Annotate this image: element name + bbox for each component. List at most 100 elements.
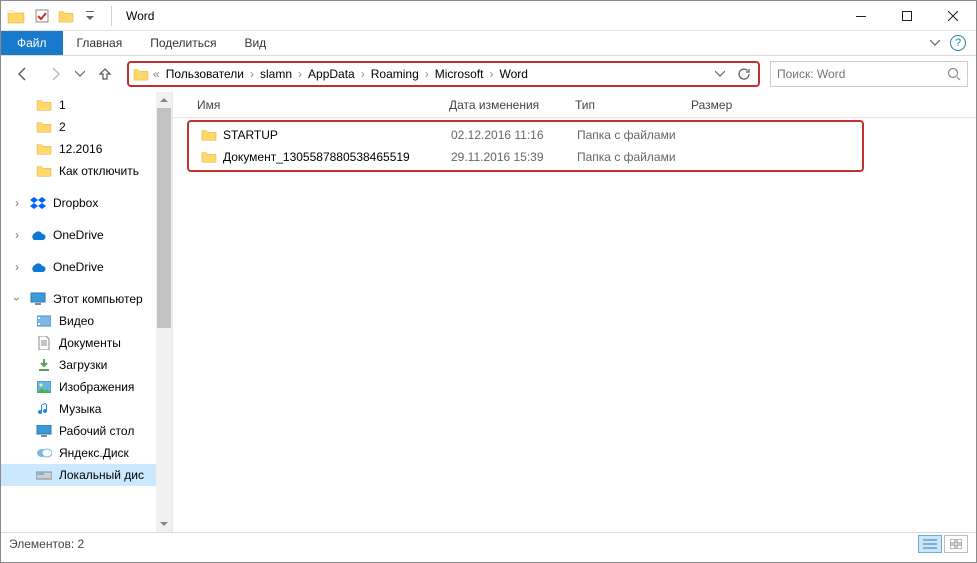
crumb-users[interactable]: Пользователи: [162, 67, 248, 81]
chevron-down-icon[interactable]: ›: [10, 293, 24, 305]
separator: [111, 6, 112, 26]
tree-onedrive[interactable]: ›OneDrive: [1, 256, 172, 278]
tree-dropbox[interactable]: › Dropbox: [1, 192, 172, 214]
drive-icon: [35, 467, 53, 483]
search-icon[interactable]: [947, 67, 961, 81]
tree-label: Изображения: [59, 380, 134, 394]
nav-pane: 1 2 12.2016 Как отключить › Dropbox › OneD…: [1, 92, 173, 532]
folder-icon: [131, 67, 151, 81]
qat-dropdown-icon[interactable]: [79, 5, 101, 27]
tree-label: OneDrive: [53, 228, 104, 242]
tree-item-pictures[interactable]: Изображения: [1, 376, 172, 398]
tab-view[interactable]: Вид: [230, 31, 280, 55]
tree-item-localdisk[interactable]: Локальный дис: [1, 464, 172, 486]
checkbox-icon[interactable]: [31, 5, 53, 27]
tree-item[interactable]: 2: [1, 116, 172, 138]
col-name[interactable]: Имя: [197, 98, 449, 112]
tree-label: 2: [59, 120, 66, 134]
forward-button[interactable]: [41, 62, 69, 86]
window-title: Word: [122, 9, 154, 23]
crumb-slamn[interactable]: slamn: [256, 67, 296, 81]
file-name: Документ_1305587880538465519: [219, 150, 451, 164]
tree-item-video[interactable]: Видео: [1, 310, 172, 332]
tree-label: Видео: [59, 314, 94, 328]
tree-item-yandex[interactable]: Яндекс.Диск: [1, 442, 172, 464]
crumb-word[interactable]: Word: [495, 67, 531, 81]
tree-thispc[interactable]: › Этот компьютер: [1, 288, 172, 310]
back-button[interactable]: [9, 62, 37, 86]
titlebar: Word: [1, 1, 976, 31]
main-area: 1 2 12.2016 Как отключить › Dropbox › OneD…: [1, 92, 976, 532]
refresh-icon[interactable]: [732, 63, 756, 85]
history-dropdown-icon[interactable]: [708, 63, 732, 85]
column-headers: Имя Дата изменения Тип Размер: [173, 92, 976, 118]
search-input[interactable]: [777, 67, 947, 81]
tree-item-music[interactable]: Музыка: [1, 398, 172, 420]
folder-icon: [35, 97, 53, 113]
scrollbar[interactable]: [156, 92, 172, 532]
navbar: « Пользователи › slamn › AppData › Roami…: [1, 56, 976, 92]
tree-onedrive[interactable]: › OneDrive: [1, 224, 172, 246]
chevron-right-icon: ›: [423, 67, 431, 81]
file-list-pane: Имя Дата изменения Тип Размер STARTUP 02…: [173, 92, 976, 532]
folder-small-icon[interactable]: [55, 5, 77, 27]
cloud-icon: [29, 227, 47, 243]
close-button[interactable]: [930, 1, 976, 31]
chevron-down-icon[interactable]: [930, 38, 940, 48]
tree-item-desktop[interactable]: Рабочий стол: [1, 420, 172, 442]
tab-home[interactable]: Главная: [63, 31, 137, 55]
desktop-icon: [35, 423, 53, 439]
picture-icon: [35, 379, 53, 395]
recent-dropdown[interactable]: [73, 62, 87, 86]
details-view-button[interactable]: [918, 535, 942, 553]
folder-icon: [35, 119, 53, 135]
file-tab[interactable]: Файл: [1, 31, 63, 55]
chevron-right-icon: ›: [359, 67, 367, 81]
folder-icon: [35, 163, 53, 179]
tree-item[interactable]: 12.2016: [1, 138, 172, 160]
tree-label: Dropbox: [53, 196, 98, 210]
col-date[interactable]: Дата изменения: [449, 98, 575, 112]
chevron-right-icon: ›: [487, 67, 495, 81]
up-button[interactable]: [91, 62, 119, 86]
tab-share[interactable]: Поделиться: [136, 31, 230, 55]
download-icon: [35, 357, 53, 373]
chevron-right-icon[interactable]: ›: [11, 196, 23, 210]
overflow-icon[interactable]: «: [151, 67, 162, 81]
tree-item-documents[interactable]: Документы: [1, 332, 172, 354]
ribbon-help: ?: [930, 31, 976, 55]
folder-icon: [199, 128, 219, 142]
minimize-button[interactable]: [838, 1, 884, 31]
scroll-down-icon[interactable]: [160, 516, 168, 532]
thumbnails-view-button[interactable]: [944, 535, 968, 553]
tree-label: Этот компьютер: [53, 292, 143, 306]
view-switcher: [918, 535, 968, 553]
tree-item-downloads[interactable]: Загрузки: [1, 354, 172, 376]
search-box[interactable]: [770, 61, 968, 87]
titlebar-left: Word: [1, 5, 154, 27]
maximize-button[interactable]: [884, 1, 930, 31]
help-icon[interactable]: ?: [950, 35, 966, 51]
status-text: Элементов: 2: [9, 537, 84, 551]
tree-item[interactable]: Как отключить: [1, 160, 172, 182]
dropbox-icon: [29, 195, 47, 211]
file-name: STARTUP: [219, 128, 451, 142]
chevron-right-icon: ›: [296, 67, 304, 81]
col-type[interactable]: Тип: [575, 98, 691, 112]
crumb-microsoft[interactable]: Microsoft: [431, 67, 488, 81]
tree-item[interactable]: 1: [1, 94, 172, 116]
chevron-right-icon[interactable]: ›: [11, 260, 23, 274]
file-date: 02.12.2016 11:16: [451, 128, 577, 142]
scroll-up-icon[interactable]: [160, 92, 168, 108]
crumb-appdata[interactable]: AppData: [304, 67, 359, 81]
chevron-right-icon[interactable]: ›: [11, 228, 23, 242]
scroll-thumb[interactable]: [157, 108, 171, 328]
list-item[interactable]: STARTUP 02.12.2016 11:16 Папка с файлами: [191, 124, 860, 146]
address-actions: [708, 63, 756, 85]
ribbon-tabs: Файл Главная Поделиться Вид ?: [1, 31, 976, 56]
file-type: Папка с файлами: [577, 150, 707, 164]
address-bar[interactable]: « Пользователи › slamn › AppData › Roami…: [127, 61, 760, 87]
list-item[interactable]: Документ_1305587880538465519 29.11.2016 …: [191, 146, 860, 168]
crumb-roaming[interactable]: Roaming: [367, 67, 423, 81]
col-size[interactable]: Размер: [691, 98, 771, 112]
